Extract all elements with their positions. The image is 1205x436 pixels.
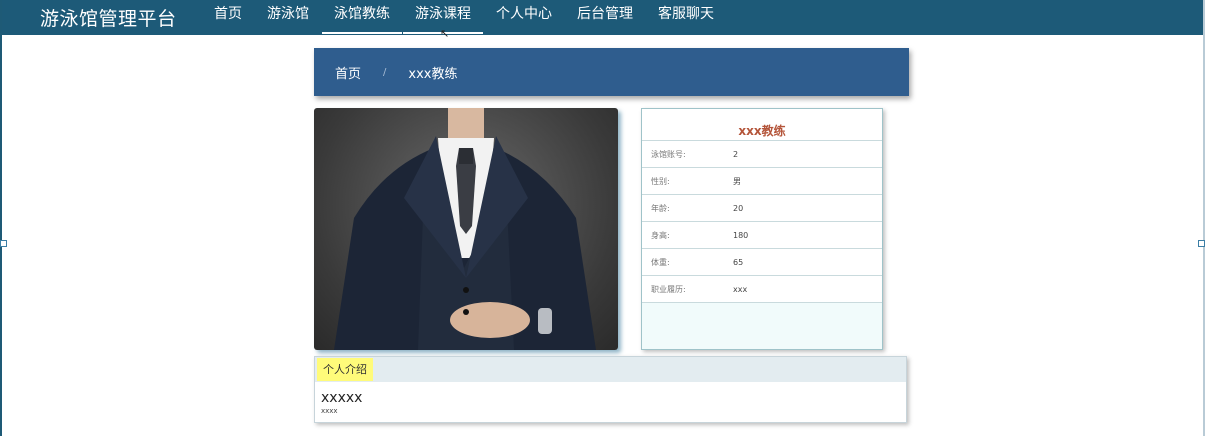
nav-profile[interactable]: 个人中心 — [484, 0, 564, 35]
resize-handle-right[interactable] — [1198, 240, 1205, 247]
nav-admin[interactable]: 后台管理 — [565, 0, 645, 35]
info-value: 2 — [733, 149, 739, 159]
coach-photo-image — [334, 108, 596, 350]
info-label: 性别: — [651, 176, 670, 186]
info-value: 男 — [733, 176, 741, 186]
info-row: 年龄: 20 — [642, 194, 882, 221]
resize-handle-left[interactable] — [0, 240, 7, 247]
info-value: 180 — [733, 230, 749, 240]
intro-panel: 个人介绍 xxxxx xxxx — [314, 356, 907, 423]
brand-title: 游泳馆管理平台 — [40, 8, 177, 30]
nav-home[interactable]: 首页 — [202, 0, 254, 35]
nav-chat[interactable]: 客服聊天 — [646, 0, 726, 35]
info-row: 泳馆账号: 2 — [642, 140, 882, 167]
nav-coaches[interactable]: 泳馆教练 — [322, 0, 402, 35]
coach-name-title: xxx教练 — [738, 124, 786, 138]
info-label: 身高: — [651, 230, 670, 240]
intro-heading: xxxxx — [321, 390, 363, 406]
nav-pools[interactable]: 游泳馆 — [255, 0, 321, 35]
coach-photo — [314, 108, 618, 350]
info-label: 职业履历: — [651, 284, 686, 294]
info-row: 身高: 180 — [642, 221, 882, 248]
window-left-edge — [0, 0, 2, 436]
top-navbar: 游泳馆管理平台 首页 游泳馆 泳馆教练 游泳课程 个人中心 后台管理 客服聊天 — [2, 0, 1203, 35]
info-value: 65 — [733, 257, 744, 267]
info-label: 泳馆账号: — [651, 149, 686, 159]
intro-text: xxxx — [321, 407, 338, 415]
info-row: 性别: 男 — [642, 167, 882, 194]
main-nav: 首页 游泳馆 泳馆教练 游泳课程 个人中心 后台管理 客服聊天 — [202, 0, 727, 35]
breadcrumb-home[interactable]: 首页 — [335, 63, 361, 82]
coach-info-card: xxx教练 泳馆账号: 2 性别: 男 年龄: 20 身高: 180 体重: 6… — [641, 108, 883, 350]
info-row: 职业履历: xxx — [642, 275, 882, 303]
info-label: 年龄: — [651, 203, 670, 213]
breadcrumb-current: xxx教练 — [408, 66, 458, 82]
intro-header: 个人介绍 — [315, 357, 906, 382]
info-row: 体重: 65 — [642, 248, 882, 275]
info-label: 体重: — [651, 257, 670, 267]
intro-tab[interactable]: 个人介绍 — [317, 358, 373, 381]
breadcrumb: 首页 / xxx教练 — [314, 48, 909, 96]
mouse-cursor-icon: ↖ — [440, 27, 450, 40]
breadcrumb-separator: / — [383, 66, 387, 78]
info-value: 20 — [733, 203, 744, 213]
info-value: xxx — [733, 284, 748, 294]
